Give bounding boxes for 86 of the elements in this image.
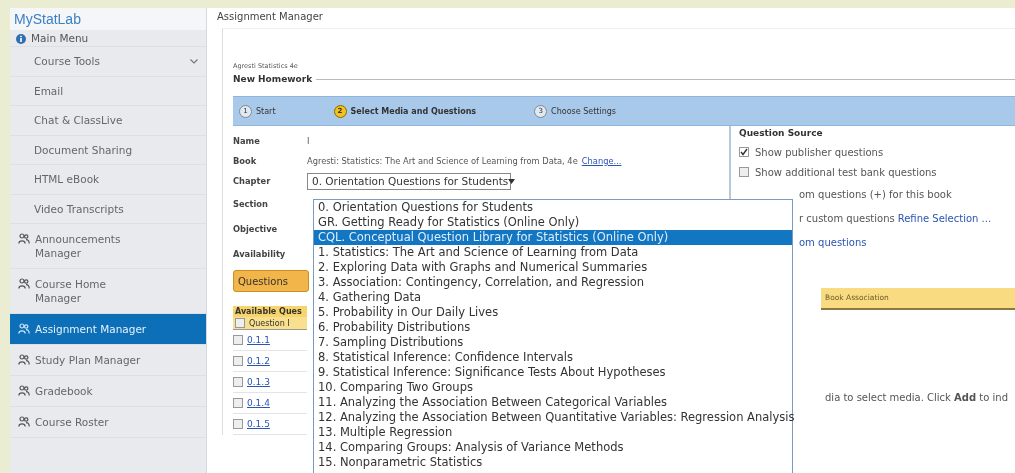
sidebar-item[interactable]: Study Plan Manager — [10, 345, 206, 376]
dropdown-option[interactable]: 2. Exploring Data with Graphs and Numerical Summaries — [314, 260, 792, 275]
dropdown-option[interactable]: 1. Statistics: The Art and Science of Learning from Data — [314, 245, 792, 260]
dropdown-option[interactable]: 5. Probability in Our Daily Lives — [314, 305, 792, 320]
sidebar-label: Assignment Manager — [35, 322, 148, 336]
sidebar-label: Main Menu — [31, 32, 89, 44]
dropdown-option[interactable]: 13. Multiple Regression — [314, 425, 792, 440]
sidebar-item[interactable]: Chat & ClassLive — [10, 106, 206, 136]
checkbox[interactable] — [233, 356, 243, 366]
dropdown-option[interactable]: 10. Comparing Two Groups — [314, 380, 792, 395]
option-text: r custom questions — [799, 212, 895, 224]
caret-icon — [190, 58, 198, 64]
dropdown-option[interactable]: 9. Statistical Inference: Significance Tests About Hypotheses — [314, 365, 792, 380]
sidebar-label: Course Tools — [34, 55, 100, 68]
option-text: om questions (+) for this book — [798, 187, 953, 202]
checkbox[interactable] — [233, 335, 243, 345]
dropdown-option[interactable]: 6. Probability Distributions — [314, 320, 792, 335]
sidebar-label: Email — [34, 84, 64, 97]
dropdown-option[interactable]: 3. Association: Contingency, Correlation, and Regression — [314, 275, 792, 290]
sidebar-item[interactable]: Course Roster — [10, 407, 206, 438]
sidebar-item[interactable]: HTML eBook — [10, 165, 206, 195]
sidebar-item[interactable]: Course Tools — [10, 47, 206, 77]
column-header: Question I — [233, 317, 307, 330]
dropdown-option[interactable]: CQL. Conceptual Question Library for Statistics (Online Only) — [314, 230, 792, 245]
checkbox[interactable] — [739, 147, 749, 157]
checkbox[interactable] — [233, 377, 243, 387]
info-circle-icon — [16, 33, 26, 44]
field-label: Section — [233, 198, 269, 209]
logo: MyStatLab — [10, 8, 206, 30]
field-label: Objective — [233, 223, 279, 234]
sidebar-label: HTML eBook — [34, 173, 100, 186]
change-link[interactable]: Change... — [581, 156, 622, 166]
book-title: Agresti: Statistics: The Art and Science of Learning from Data, 4e — [307, 156, 578, 166]
sidebar-label: Study Plan Manager — [35, 353, 142, 367]
people-icon — [18, 323, 30, 334]
field-label: Chapter — [233, 176, 272, 186]
sidebar-item[interactable]: Document Sharing — [10, 135, 206, 165]
question-link[interactable]: 0.1.4 — [247, 398, 270, 408]
sidebar-item[interactable]: Assignment Manager — [10, 314, 206, 345]
dropdown-option[interactable]: 0. Orientation Questions for Students — [314, 200, 792, 215]
section-title: Question Source — [739, 128, 824, 138]
custom-questions-link[interactable]: om questions — [799, 236, 867, 248]
checkbox-label: Show additional test bank questions — [755, 166, 937, 178]
sidebar-label: Course Home Manager — [35, 277, 107, 305]
sidebar-label: Document Sharing — [34, 143, 133, 156]
dropdown-option[interactable]: GR. Getting Ready for Statistics (Online Only) — [314, 215, 792, 230]
checkbox[interactable] — [233, 398, 243, 408]
dropdown-option[interactable]: 11. Analyzing the Association Between Categorical Variables — [314, 395, 792, 410]
dropdown-option[interactable]: 7. Sampling Distributions — [314, 335, 792, 350]
checkbox[interactable] — [739, 167, 749, 177]
refine-selection-link[interactable]: Refine Selection ... — [897, 212, 992, 224]
field-label: Book — [233, 156, 258, 166]
sidebar-item[interactable]: Gradebook — [10, 376, 206, 407]
people-icon — [18, 416, 30, 427]
questions-button[interactable]: Questions — [233, 270, 309, 292]
sidebar-label: Chat & ClassLive — [34, 114, 123, 127]
dropdown-arrow-icon — [508, 178, 516, 184]
dropdown-option[interactable]: 4. Gathering Data — [314, 290, 792, 305]
field-label: Availability — [233, 248, 287, 259]
sidebar-label: Gradebook — [35, 384, 94, 398]
sidebar-label: Course Roster — [35, 415, 110, 429]
sidebar-item[interactable]: Main Menu — [10, 30, 206, 47]
question-link[interactable]: 0.1.2 — [247, 356, 270, 366]
dropdown-option[interactable]: 8. Statistical Inference: Confidence Intervals — [314, 350, 792, 365]
people-icon — [18, 233, 30, 244]
question-link[interactable]: 0.1.5 — [247, 419, 270, 429]
sidebar-label: Video Transcripts — [34, 202, 124, 215]
name-field[interactable]: I — [307, 136, 310, 146]
question-link[interactable]: 0.1.3 — [247, 377, 270, 387]
checkbox-label: Show publisher questions — [755, 146, 884, 158]
hint-text: dia to select media. Click Add to ind — [825, 392, 1009, 403]
checkbox[interactable] — [233, 419, 243, 429]
question-link[interactable]: 0.1.1 — [247, 335, 270, 345]
sidebar-item[interactable]: Email — [10, 76, 206, 106]
field-label: Name — [233, 136, 261, 146]
people-icon — [18, 278, 30, 289]
sidebar-item[interactable]: Video Transcripts — [10, 194, 206, 224]
table-header: Available Ques — [233, 306, 307, 317]
section-heading: New Homework — [233, 74, 313, 84]
page-title: Assignment Manager — [217, 10, 324, 24]
dropdown-option[interactable]: 14. Comparing Groups: Analysis of Variance Methods — [314, 440, 792, 455]
people-icon — [18, 385, 30, 396]
sidebar-label: Announcements Manager — [35, 232, 122, 260]
sidebar-item[interactable]: Announcements Manager — [10, 224, 206, 269]
people-icon — [18, 354, 30, 365]
dropdown-option[interactable]: 15. Nonparametric Statistics — [314, 455, 792, 470]
